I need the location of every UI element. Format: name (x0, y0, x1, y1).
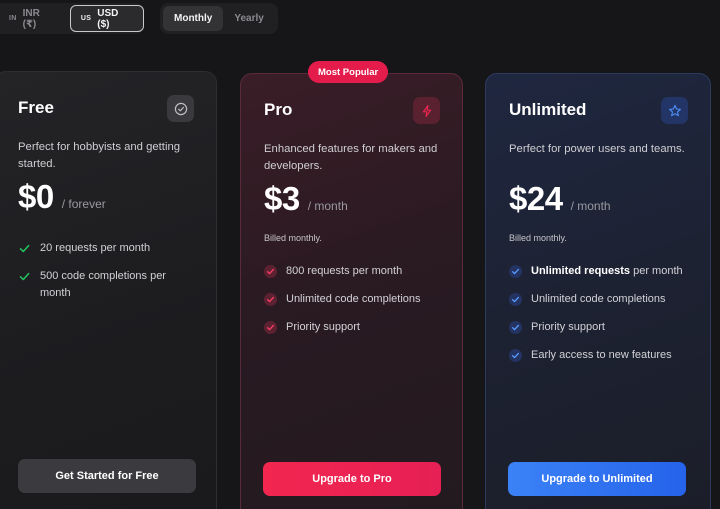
feature-text: Unlimited requests per month (531, 263, 683, 280)
upgrade-to-unlimited-button[interactable]: Upgrade to Unlimited (508, 462, 686, 496)
feature-item: 500 code completions per month (18, 268, 198, 302)
plan-title: Free (18, 98, 54, 117)
feature-list: 800 requests per month Unlimited code co… (264, 263, 444, 347)
feature-text: Unlimited code completions (531, 293, 666, 305)
feature-list: 20 requests per month 500 code completio… (18, 240, 198, 313)
plan-price: $3 (264, 180, 300, 217)
currency-option-usd[interactable]: US USD ($) (69, 5, 144, 32)
currency-label-inr: INR (₹) (22, 7, 40, 30)
plan-period: / month (307, 199, 348, 213)
lightning-icon (413, 97, 440, 124)
plan-card-pro: Pro Enhanced features for makers and dev… (240, 73, 463, 509)
plan-description: Perfect for hobbyists and getting starte… (18, 141, 181, 170)
currency-code-us: US (80, 15, 92, 22)
check-icon (264, 293, 277, 306)
feature-item: Early access to new features (509, 347, 689, 364)
feature-item: Unlimited code completions (264, 291, 444, 308)
billing-option-yearly[interactable]: Yearly (223, 6, 274, 31)
billed-note: Billed monthly. (509, 233, 567, 243)
feature-item: Unlimited code completions (509, 291, 689, 308)
currency-option-inr[interactable]: IN INR (₹) (0, 5, 66, 32)
get-started-free-button[interactable]: Get Started for Free (18, 459, 196, 493)
star-icon (661, 97, 688, 124)
plan-description: Perfect for power users and teams. (509, 143, 685, 155)
price-row: $0 / forever (18, 178, 106, 216)
feature-text: Early access to new features (531, 349, 672, 361)
plan-card-unlimited: Unlimited Perfect for power users and te… (485, 73, 711, 509)
check-icon (509, 293, 522, 306)
plan-price: $24 (509, 180, 563, 217)
feature-text: Priority support (286, 321, 360, 333)
feature-item: Priority support (264, 319, 444, 336)
feature-bold-text: Unlimited requests (531, 265, 631, 277)
check-icon (509, 349, 522, 362)
check-icon (509, 321, 522, 334)
plan-description: Enhanced features for makers and develop… (264, 143, 438, 172)
feature-text: 500 code completions per month (40, 270, 166, 299)
feature-text: Priority support (531, 321, 605, 333)
plan-period: / forever (61, 197, 106, 211)
billed-note: Billed monthly. (264, 233, 322, 243)
plan-price: $0 (18, 178, 54, 215)
feature-text: 20 requests per month (40, 242, 151, 254)
plan-title: Pro (264, 100, 293, 119)
currency-code-in: IN (9, 15, 17, 22)
feature-rest-text: per month (630, 265, 683, 277)
feature-text: 800 requests per month (286, 265, 403, 277)
check-icon (264, 321, 277, 334)
feature-item: Priority support (509, 319, 689, 336)
feature-item: 20 requests per month (18, 240, 198, 257)
feature-text: Unlimited code completions (286, 293, 421, 305)
currency-label-usd: USD ($) (97, 7, 119, 30)
upgrade-to-pro-button[interactable]: Upgrade to Pro (263, 462, 441, 496)
billing-toggle: Monthly Yearly (160, 3, 278, 34)
check-circle-icon (167, 95, 194, 122)
plan-period: / month (570, 199, 611, 213)
price-row: $3 / month (264, 180, 348, 218)
check-icon (509, 265, 522, 278)
price-row: $24 / month (509, 180, 611, 218)
check-icon (264, 265, 277, 278)
billing-option-monthly[interactable]: Monthly (163, 6, 224, 31)
feature-item: 800 requests per month (264, 263, 444, 280)
feature-item: Unlimited requests per month (509, 263, 689, 280)
plan-card-free: Free Perfect for hobbyists and getting s… (0, 71, 217, 509)
plan-title: Unlimited (509, 100, 587, 119)
currency-toggle: IN INR (₹) US USD ($) (0, 3, 144, 34)
most-popular-badge: Most Popular (308, 61, 389, 83)
check-icon (18, 270, 31, 283)
check-icon (18, 242, 31, 255)
feature-list: Unlimited requests per month Unlimited c… (509, 263, 689, 375)
